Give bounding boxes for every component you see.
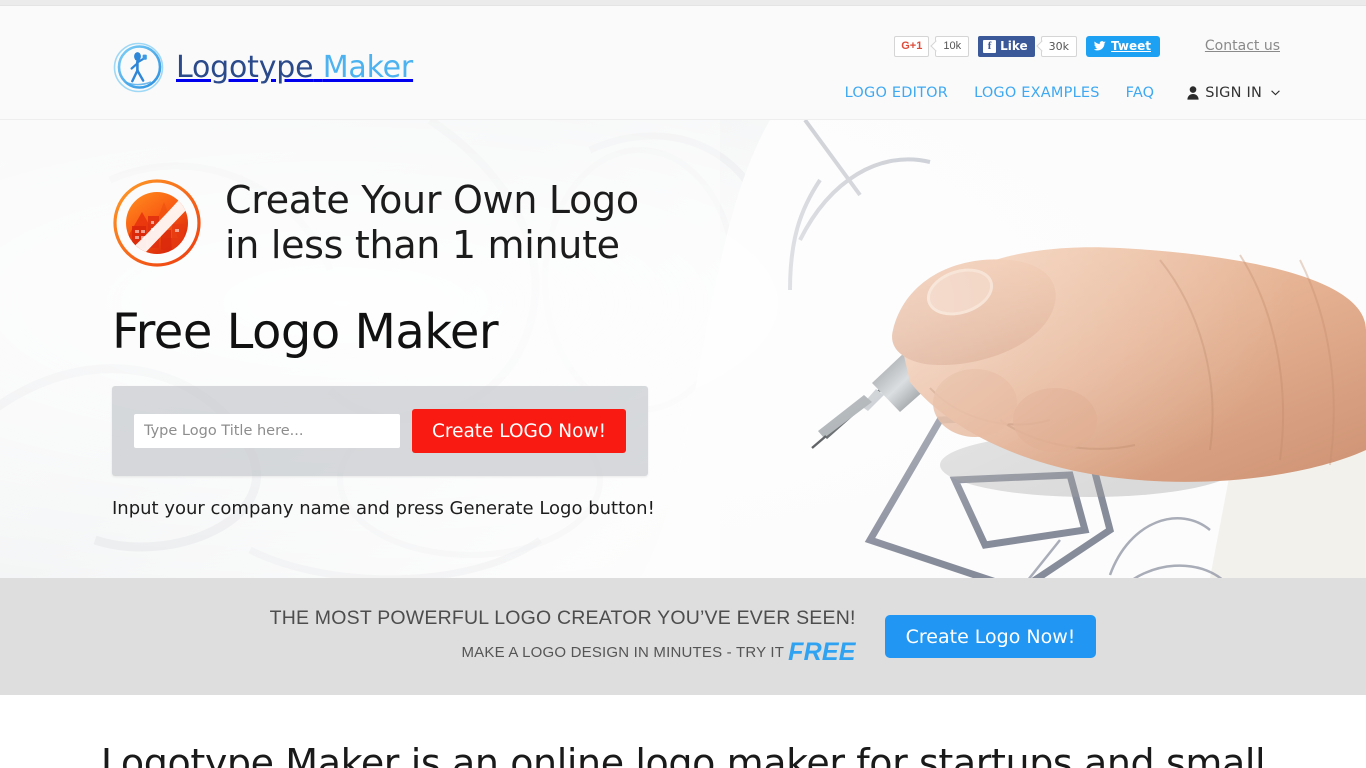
walking-person-circle-icon bbox=[113, 42, 164, 93]
facebook-icon: f bbox=[983, 39, 997, 53]
gplus-count[interactable]: 10k bbox=[935, 35, 970, 57]
gplus-button[interactable]: G+1 10k bbox=[894, 35, 970, 57]
gplus-label: G+1 bbox=[894, 35, 930, 57]
below-fold-title: Logotype Maker is an online logo maker f… bbox=[100, 741, 1266, 768]
facebook-like-group: f Like 30k bbox=[978, 35, 1078, 57]
contact-us-link[interactable]: Contact us bbox=[1205, 38, 1280, 54]
site-header: Logotype Maker G+1 10k f Like 30k Tweet … bbox=[0, 6, 1366, 120]
logo-title-input[interactable] bbox=[134, 414, 400, 448]
cta-band: THE MOST POWERFUL LOGO CREATOR YOU’VE EV… bbox=[0, 578, 1366, 695]
logo-word-1: Logotype bbox=[176, 50, 314, 85]
hero-headline-line2: in less than 1 minute bbox=[225, 223, 620, 267]
hero-section: Create Your Own Logo in less than 1 minu… bbox=[0, 120, 1366, 578]
cta-inner: THE MOST POWERFUL LOGO CREATOR YOU’VE EV… bbox=[0, 578, 1366, 695]
cta-create-logo-button[interactable]: Create Logo Now! bbox=[884, 615, 1097, 658]
chevron-down-icon bbox=[1271, 90, 1280, 96]
nav-item-logo-examples[interactable]: LOGO EXAMPLES bbox=[961, 85, 1113, 101]
orange-cityscape-circle-icon bbox=[113, 179, 201, 267]
cta-line-2-text: MAKE A LOGO DESIGN IN MINUTES - TRY IT bbox=[461, 643, 785, 661]
hero-headline-row: Create Your Own Logo in less than 1 minu… bbox=[112, 120, 812, 268]
logo-generator-form: Create LOGO Now! bbox=[112, 386, 648, 476]
facebook-like-button[interactable]: f Like bbox=[978, 35, 1035, 57]
cta-text-block: THE MOST POWERFUL LOGO CREATOR YOU’VE EV… bbox=[270, 607, 856, 667]
twitter-tweet-label: Tweet bbox=[1111, 39, 1151, 53]
facebook-like-label: Like bbox=[1000, 39, 1028, 53]
hero-headline: Create Your Own Logo in less than 1 minu… bbox=[225, 178, 639, 268]
person-icon bbox=[1187, 86, 1199, 100]
cta-free-word: FREE bbox=[788, 637, 856, 666]
sign-in-label: SIGN IN bbox=[1205, 85, 1262, 101]
logo-word-2: Maker bbox=[322, 50, 414, 85]
hero-subheadline: Free Logo Maker bbox=[112, 304, 499, 360]
cta-line-1: THE MOST POWERFUL LOGO CREATOR YOU’VE EV… bbox=[269, 606, 856, 629]
create-logo-button[interactable]: Create LOGO Now! bbox=[411, 409, 626, 453]
cta-line-2: MAKE A LOGO DESIGN IN MINUTES - TRY IT FR… bbox=[270, 638, 856, 667]
main-navigation: LOGO EDITOR LOGO EXAMPLES FAQ SIGN IN bbox=[832, 85, 1280, 101]
twitter-tweet-button[interactable]: Tweet bbox=[1086, 35, 1160, 57]
hero-headline-line1: Create Your Own Logo bbox=[225, 178, 639, 223]
site-logo-text: Logotype Maker bbox=[176, 50, 413, 85]
nav-item-logo-editor[interactable]: LOGO EDITOR bbox=[832, 85, 961, 101]
hero-hint-text: Input your company name and press Genera… bbox=[112, 498, 655, 519]
facebook-count[interactable]: 30k bbox=[1040, 35, 1078, 57]
site-logo[interactable]: Logotype Maker bbox=[112, 41, 413, 94]
social-buttons: G+1 10k f Like 30k Tweet bbox=[894, 35, 1160, 57]
twitter-bird-icon bbox=[1093, 40, 1106, 50]
below-fold-section: Logotype Maker is an online logo maker f… bbox=[0, 695, 1366, 768]
nav-item-faq[interactable]: FAQ bbox=[1113, 85, 1168, 101]
nav-item-sign-in[interactable]: SIGN IN bbox=[1167, 85, 1280, 101]
hero-content: Create Your Own Logo in less than 1 minu… bbox=[112, 120, 812, 519]
